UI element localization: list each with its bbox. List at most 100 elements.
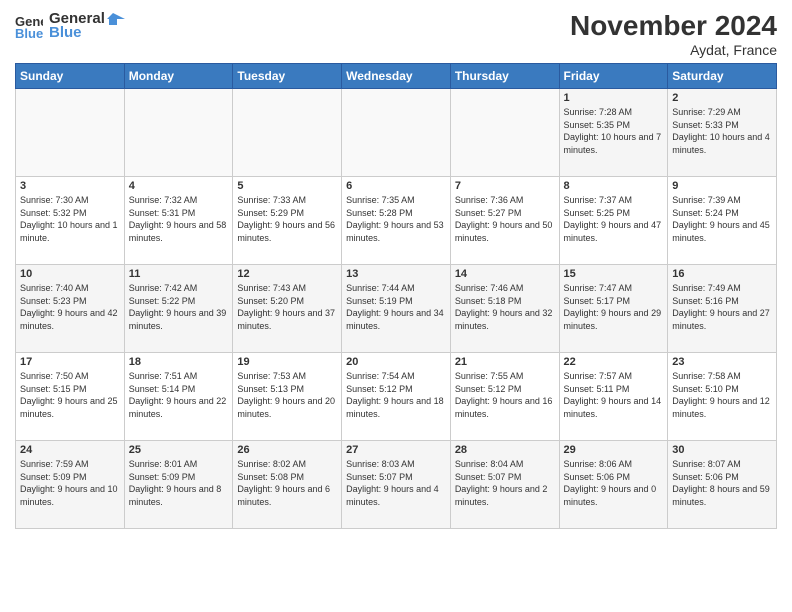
day-cell-2-5: 15 Sunrise: 7:47 AM Sunset: 5:17 PM Dayli… xyxy=(559,265,668,353)
day-cell-0-3 xyxy=(342,89,451,177)
day-number: 6 xyxy=(346,180,446,192)
day-info: Sunrise: 7:59 AM Sunset: 5:09 PM Dayligh… xyxy=(20,458,120,508)
day-cell-1-4: 7 Sunrise: 7:36 AM Sunset: 5:27 PM Daylig… xyxy=(450,177,559,265)
day-info: Sunrise: 8:07 AM Sunset: 5:06 PM Dayligh… xyxy=(672,458,772,508)
day-number: 30 xyxy=(672,444,772,456)
week-row-3: 10 Sunrise: 7:40 AM Sunset: 5:23 PM Dayli… xyxy=(16,265,777,353)
day-number: 20 xyxy=(346,356,446,368)
week-row-2: 3 Sunrise: 7:30 AM Sunset: 5:32 PM Daylig… xyxy=(16,177,777,265)
day-info: Sunrise: 7:35 AM Sunset: 5:28 PM Dayligh… xyxy=(346,194,446,244)
day-cell-0-4 xyxy=(450,89,559,177)
calendar-table: Sunday Monday Tuesday Wednesday Thursday… xyxy=(15,63,777,529)
location: Aydat, France xyxy=(570,42,777,58)
header-friday: Friday xyxy=(559,64,668,89)
day-cell-4-5: 29Sunrise: 8:06 AM Sunset: 5:06 PM Dayli… xyxy=(559,441,668,529)
day-number: 12 xyxy=(237,268,337,280)
day-cell-2-1: 11Sunrise: 7:42 AM Sunset: 5:22 PM Dayli… xyxy=(124,265,233,353)
day-number: 5 xyxy=(237,180,337,192)
day-number: 29 xyxy=(564,444,664,456)
day-info: Sunrise: 7:43 AM Sunset: 5:20 PM Dayligh… xyxy=(237,282,337,332)
day-cell-3-0: 17 Sunrise: 7:50 AM Sunset: 5:15 PM Dayli… xyxy=(16,353,125,441)
day-number: 7 xyxy=(455,180,555,192)
day-cell-1-0: 3 Sunrise: 7:30 AM Sunset: 5:32 PM Daylig… xyxy=(16,177,125,265)
day-info: Sunrise: 7:53 AM Sunset: 5:13 PM Dayligh… xyxy=(237,370,337,420)
day-number: 3 xyxy=(20,180,120,192)
day-cell-3-6: 23Sunrise: 7:58 AM Sunset: 5:10 PM Dayli… xyxy=(668,353,777,441)
day-cell-3-3: 20 Sunrise: 7:54 AM Sunset: 5:12 PM Dayli… xyxy=(342,353,451,441)
day-info: Sunrise: 8:01 AM Sunset: 5:09 PM Dayligh… xyxy=(129,458,229,508)
day-number: 10 xyxy=(20,268,120,280)
week-row-4: 17 Sunrise: 7:50 AM Sunset: 5:15 PM Dayli… xyxy=(16,353,777,441)
day-info: Sunrise: 7:58 AM Sunset: 5:10 PM Dayligh… xyxy=(672,370,772,420)
day-cell-4-3: 27Sunrise: 8:03 AM Sunset: 5:07 PM Dayli… xyxy=(342,441,451,529)
day-info: Sunrise: 7:39 AM Sunset: 5:24 PM Dayligh… xyxy=(672,194,772,244)
header-tuesday: Tuesday xyxy=(233,64,342,89)
day-cell-2-0: 10 Sunrise: 7:40 AM Sunset: 5:23 PM Dayli… xyxy=(16,265,125,353)
day-info: Sunrise: 7:29 AM Sunset: 5:33 PM Dayligh… xyxy=(672,106,772,156)
month-title: November 2024 xyxy=(570,10,777,42)
day-info: Sunrise: 7:30 AM Sunset: 5:32 PM Dayligh… xyxy=(20,194,120,244)
day-info: Sunrise: 7:54 AM Sunset: 5:12 PM Dayligh… xyxy=(346,370,446,420)
logo: General Blue General Blue xyxy=(15,10,125,41)
day-cell-3-1: 18 Sunrise: 7:51 AM Sunset: 5:14 PM Dayli… xyxy=(124,353,233,441)
day-info: Sunrise: 7:28 AM Sunset: 5:35 PM Dayligh… xyxy=(564,106,664,156)
day-number: 1 xyxy=(564,92,664,104)
day-cell-2-2: 12 Sunrise: 7:43 AM Sunset: 5:20 PM Dayli… xyxy=(233,265,342,353)
day-cell-4-1: 25Sunrise: 8:01 AM Sunset: 5:09 PM Dayli… xyxy=(124,441,233,529)
day-cell-2-6: 16Sunrise: 7:49 AM Sunset: 5:16 PM Dayli… xyxy=(668,265,777,353)
day-cell-3-5: 22 Sunrise: 7:57 AM Sunset: 5:11 PM Dayli… xyxy=(559,353,668,441)
day-number: 2 xyxy=(672,92,772,104)
day-number: 19 xyxy=(237,356,337,368)
logo-icon: General Blue xyxy=(15,12,43,40)
day-number: 24 xyxy=(20,444,120,456)
day-cell-2-4: 14 Sunrise: 7:46 AM Sunset: 5:18 PM Dayli… xyxy=(450,265,559,353)
day-cell-4-6: 30 Sunrise: 8:07 AM Sunset: 5:06 PM Dayli… xyxy=(668,441,777,529)
day-number: 15 xyxy=(564,268,664,280)
day-cell-2-3: 13 Sunrise: 7:44 AM Sunset: 5:19 PM Dayli… xyxy=(342,265,451,353)
page-container: General Blue General Blue November 2024 … xyxy=(0,0,792,539)
day-info: Sunrise: 7:57 AM Sunset: 5:11 PM Dayligh… xyxy=(564,370,664,420)
day-number: 16 xyxy=(672,268,772,280)
day-info: Sunrise: 7:55 AM Sunset: 5:12 PM Dayligh… xyxy=(455,370,555,420)
day-cell-1-3: 6 Sunrise: 7:35 AM Sunset: 5:28 PM Daylig… xyxy=(342,177,451,265)
header-sunday: Sunday xyxy=(16,64,125,89)
day-info: Sunrise: 8:04 AM Sunset: 5:07 PM Dayligh… xyxy=(455,458,555,508)
day-cell-1-5: 8 Sunrise: 7:37 AM Sunset: 5:25 PM Daylig… xyxy=(559,177,668,265)
day-number: 18 xyxy=(129,356,229,368)
day-info: Sunrise: 7:44 AM Sunset: 5:19 PM Dayligh… xyxy=(346,282,446,332)
day-info: Sunrise: 7:50 AM Sunset: 5:15 PM Dayligh… xyxy=(20,370,120,420)
day-info: Sunrise: 7:46 AM Sunset: 5:18 PM Dayligh… xyxy=(455,282,555,332)
day-number: 17 xyxy=(20,356,120,368)
logo-text-blue: Blue xyxy=(49,24,125,41)
day-number: 14 xyxy=(455,268,555,280)
day-info: Sunrise: 7:40 AM Sunset: 5:23 PM Dayligh… xyxy=(20,282,120,332)
day-info: Sunrise: 7:33 AM Sunset: 5:29 PM Dayligh… xyxy=(237,194,337,244)
day-cell-1-6: 9Sunrise: 7:39 AM Sunset: 5:24 PM Daylig… xyxy=(668,177,777,265)
weekday-header-row: Sunday Monday Tuesday Wednesday Thursday… xyxy=(16,64,777,89)
day-cell-0-2 xyxy=(233,89,342,177)
day-info: Sunrise: 7:37 AM Sunset: 5:25 PM Dayligh… xyxy=(564,194,664,244)
day-number: 28 xyxy=(455,444,555,456)
day-info: Sunrise: 7:42 AM Sunset: 5:22 PM Dayligh… xyxy=(129,282,229,332)
day-number: 13 xyxy=(346,268,446,280)
day-cell-3-2: 19 Sunrise: 7:53 AM Sunset: 5:13 PM Dayli… xyxy=(233,353,342,441)
day-cell-4-0: 24 Sunrise: 7:59 AM Sunset: 5:09 PM Dayli… xyxy=(16,441,125,529)
day-number: 22 xyxy=(564,356,664,368)
day-cell-4-2: 26Sunrise: 8:02 AM Sunset: 5:08 PM Dayli… xyxy=(233,441,342,529)
day-info: Sunrise: 7:51 AM Sunset: 5:14 PM Dayligh… xyxy=(129,370,229,420)
day-cell-0-0 xyxy=(16,89,125,177)
day-cell-0-6: 2 Sunrise: 7:29 AM Sunset: 5:33 PM Daylig… xyxy=(668,89,777,177)
day-info: Sunrise: 7:47 AM Sunset: 5:17 PM Dayligh… xyxy=(564,282,664,332)
day-info: Sunrise: 7:36 AM Sunset: 5:27 PM Dayligh… xyxy=(455,194,555,244)
day-number: 21 xyxy=(455,356,555,368)
day-info: Sunrise: 7:32 AM Sunset: 5:31 PM Dayligh… xyxy=(129,194,229,244)
day-number: 27 xyxy=(346,444,446,456)
day-number: 8 xyxy=(564,180,664,192)
week-row-5: 24 Sunrise: 7:59 AM Sunset: 5:09 PM Dayli… xyxy=(16,441,777,529)
svg-text:Blue: Blue xyxy=(15,26,43,40)
title-section: November 2024 Aydat, France xyxy=(570,10,777,58)
header-wednesday: Wednesday xyxy=(342,64,451,89)
day-cell-0-5: 1 Sunrise: 7:28 AM Sunset: 5:35 PM Daylig… xyxy=(559,89,668,177)
day-cell-4-4: 28 Sunrise: 8:04 AM Sunset: 5:07 PM Dayli… xyxy=(450,441,559,529)
header: General Blue General Blue November 2024 … xyxy=(15,10,777,58)
